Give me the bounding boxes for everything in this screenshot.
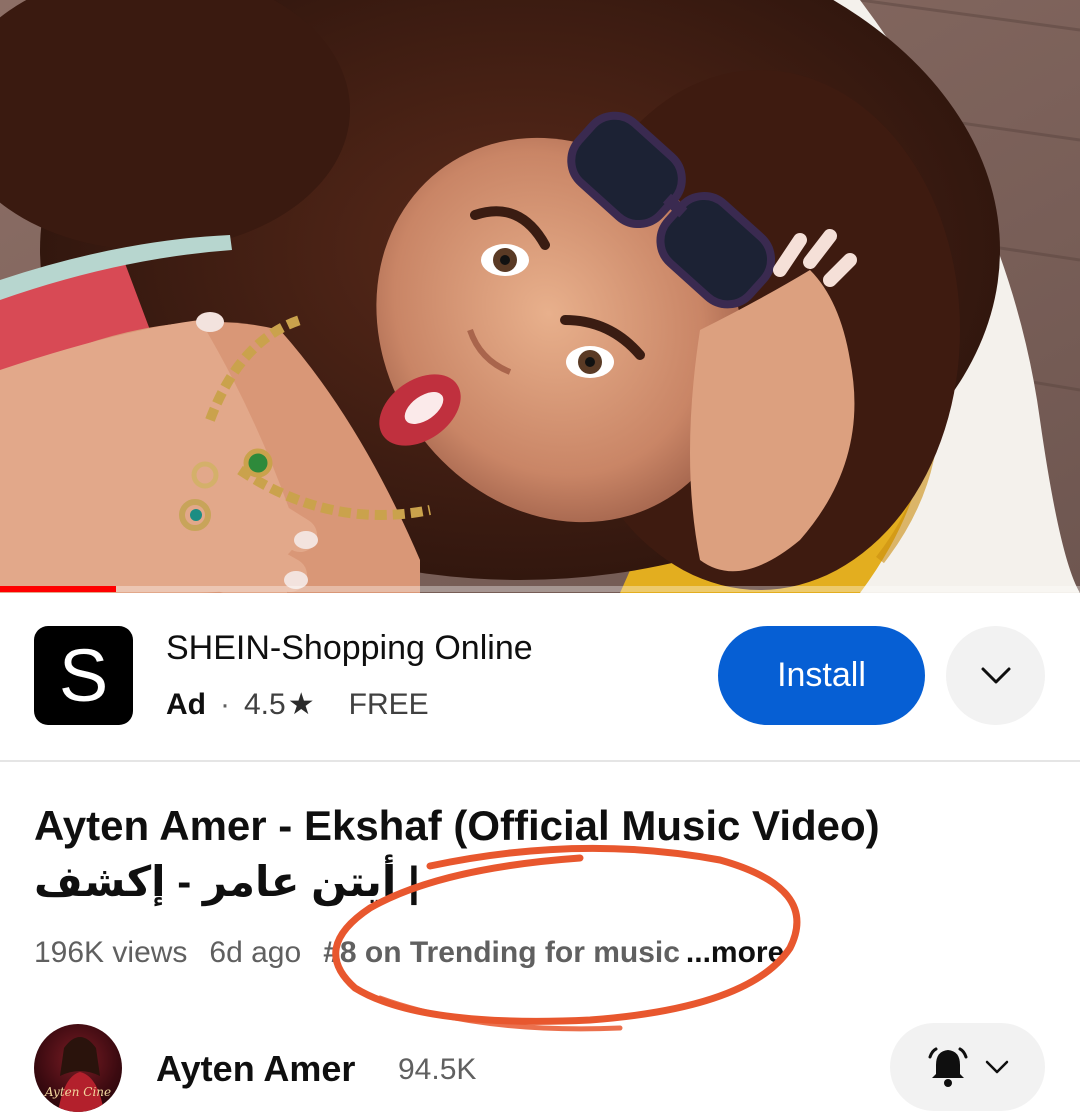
chevron-down-icon: [985, 1060, 1008, 1074]
video-title[interactable]: Ayten Amer - Ekshaf (Official Music Vide…: [34, 798, 1054, 910]
section-divider: [0, 760, 1080, 762]
star-icon: ★: [287, 688, 315, 721]
notification-bell-button[interactable]: [890, 1023, 1045, 1111]
view-count: 196K views: [34, 936, 188, 969]
shein-app-icon[interactable]: S: [34, 626, 133, 725]
video-frame: [0, 0, 1080, 593]
channel-name[interactable]: Ayten Amer: [156, 1048, 355, 1090]
ad-meta-separator: ·: [220, 687, 230, 721]
description-more-link[interactable]: ...more: [686, 936, 784, 970]
ad-banner[interactable]: S SHEIN-Shopping Online Ad · 4.5 ★ FREE …: [0, 593, 1080, 761]
video-progress-fill: [0, 586, 116, 592]
ad-meta: Ad · 4.5 ★ FREE: [166, 687, 429, 722]
avatar-logo-text: Ayten Cine: [44, 1085, 111, 1099]
avatar-image: Ayten Cine: [44, 1037, 111, 1112]
ad-rating: 4.5: [244, 687, 286, 721]
ad-expand-button[interactable]: [946, 626, 1045, 725]
video-title-line2: أيتن عامر - إكشف |: [34, 858, 420, 905]
channel-row[interactable]: Ayten Cine Ayten Amer 94.5K: [0, 1020, 1080, 1115]
video-title-line1: Ayten Amer - Ekshaf (Official Music Vide…: [34, 802, 880, 849]
channel-avatar[interactable]: Ayten Cine: [34, 1024, 122, 1112]
ad-price: FREE: [348, 687, 429, 721]
video-player[interactable]: [0, 0, 1080, 593]
bell-icon: [928, 1047, 967, 1087]
upload-age: 6d ago: [209, 936, 302, 969]
subscriber-count: 94.5K: [398, 1053, 477, 1086]
video-meta[interactable]: 196K views 6d ago #8 on Trending for mus…: [34, 936, 784, 970]
video-progress-bar[interactable]: [0, 586, 1080, 592]
ad-app-title[interactable]: SHEIN-Shopping Online: [166, 629, 533, 668]
install-button[interactable]: Install: [718, 626, 925, 725]
trending-badge[interactable]: #8 on Trending for music: [323, 936, 680, 970]
ad-label: Ad: [166, 687, 206, 721]
chevron-down-icon: [981, 667, 1010, 683]
